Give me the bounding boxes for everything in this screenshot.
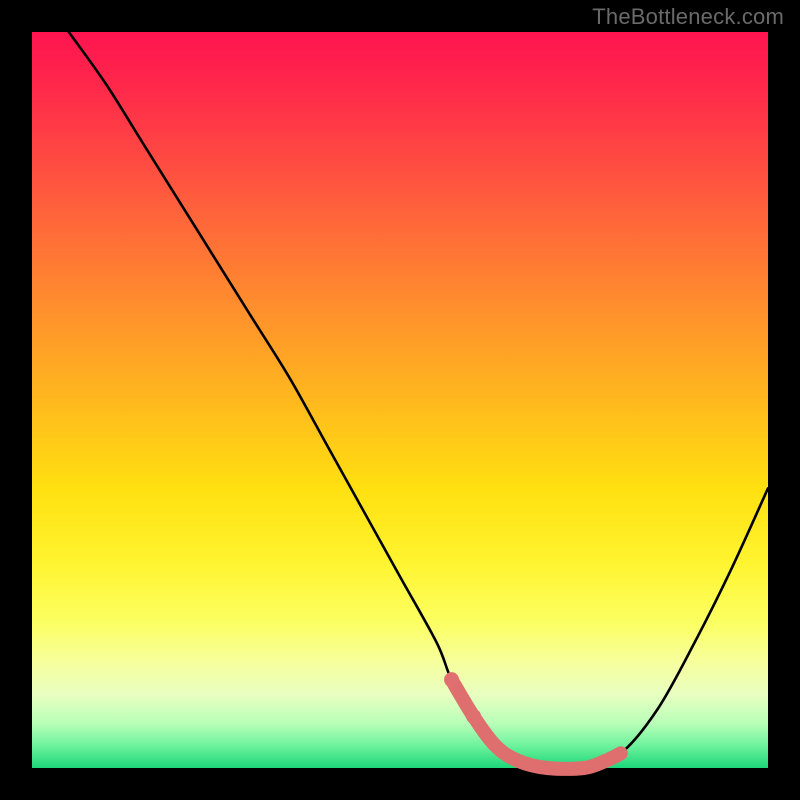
watermark-text: TheBottleneck.com bbox=[592, 4, 784, 30]
curve-layer bbox=[32, 32, 768, 768]
highlight-dot bbox=[466, 709, 481, 724]
highlight-dot bbox=[444, 672, 459, 687]
chart-frame: TheBottleneck.com bbox=[0, 0, 800, 800]
bottleneck-curve bbox=[69, 32, 768, 769]
plot-area bbox=[32, 32, 768, 768]
optimal-range-highlight bbox=[452, 680, 621, 769]
